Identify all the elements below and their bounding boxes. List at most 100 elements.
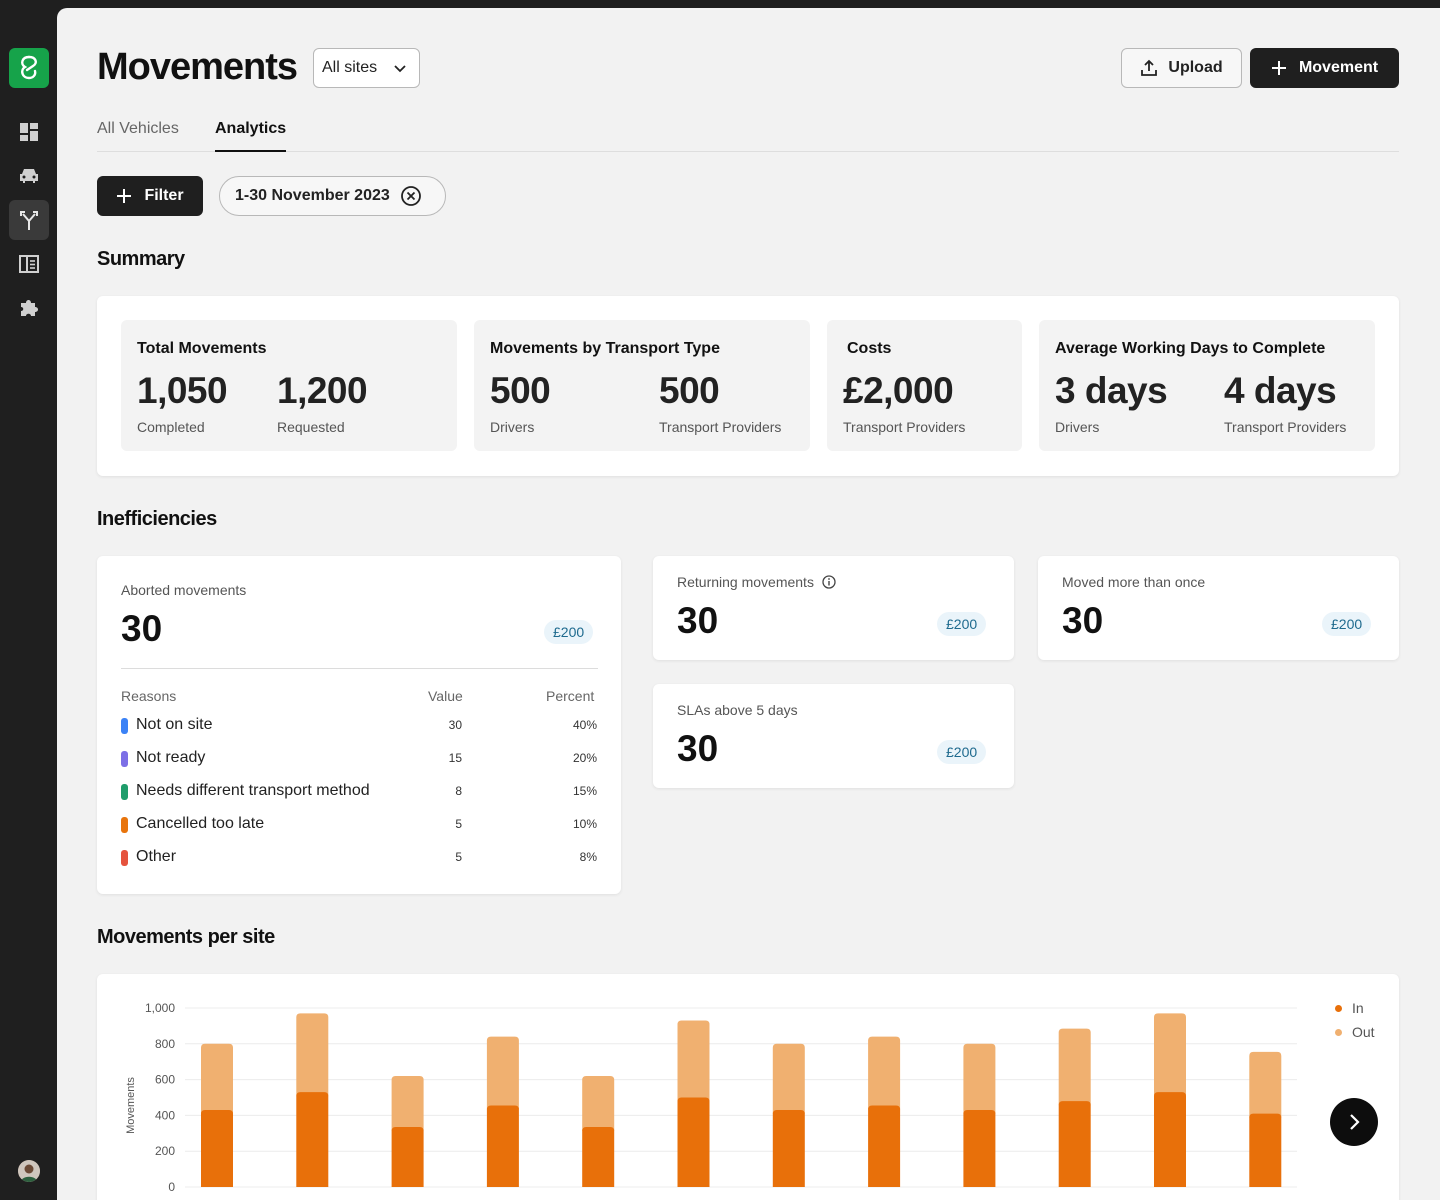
fork-icon [20, 211, 38, 230]
metric-value: 3 days [1055, 370, 1168, 411]
metric-value: 1,200 [277, 370, 368, 411]
bar-in [201, 1110, 233, 1187]
legend-dot-in [1335, 1004, 1342, 1012]
moved-more-cost-badge: £200 [1322, 612, 1372, 636]
metric-value: 4 days [1224, 370, 1337, 411]
date-filter-chip: 1-30 November 2023 [219, 176, 446, 216]
reason-percent: 15% [572, 784, 597, 798]
reason-percent: 40% [572, 718, 597, 732]
reason-row: Needs different transport method 8 15% [121, 782, 597, 802]
moved-more-value: 30 [1062, 600, 1104, 641]
inefficiencies-title: Inefficiencies [97, 508, 217, 530]
site-select[interactable]: All sites [313, 48, 420, 88]
reasons-header: Reasons [121, 688, 177, 704]
y-tick-label: 600 [155, 1073, 175, 1087]
car-icon [20, 169, 38, 183]
legend-dot-out [1335, 1028, 1342, 1036]
page-title: Movements [97, 46, 298, 88]
reason-percent: 10% [572, 817, 597, 831]
bar-out [201, 1043, 233, 1115]
puzzle-icon [21, 300, 38, 316]
reason-color-dot [121, 718, 128, 734]
dashboard-icon [20, 123, 38, 141]
reason-color-dot [121, 850, 128, 866]
metric-label: Transport Providers [1224, 419, 1347, 435]
bar-out [486, 1036, 519, 1110]
metric-label: Completed [137, 419, 205, 435]
bar-out [677, 1020, 710, 1102]
reason-name: Cancelled too late [136, 815, 265, 832]
value-header: Value [428, 688, 463, 704]
nav-integrations[interactable] [9, 288, 49, 328]
plus-icon [117, 189, 132, 203]
nav-documents[interactable] [9, 244, 49, 284]
aborted-movements-card[interactable]: Aborted movements 30 £200 Reasons Value … [97, 556, 621, 894]
upload-button[interactable]: Upload [1121, 48, 1242, 88]
info-icon[interactable] [822, 575, 836, 589]
upload-label: Upload [1168, 59, 1223, 76]
metric-value: 500 [490, 370, 551, 411]
metric-value: £2,000 [843, 370, 954, 411]
tab-all-vehicles[interactable]: All Vehicles [97, 120, 179, 152]
tile-title: Costs [847, 340, 892, 357]
reason-value: 30 [448, 718, 462, 732]
nav-movements[interactable] [9, 200, 49, 240]
aborted-label: Aborted movements [121, 582, 247, 598]
reason-value: 8 [455, 784, 462, 798]
document-icon [19, 255, 39, 273]
reason-color-dot [121, 784, 128, 800]
moved-more-card[interactable]: Moved more than once 30 £200 [1038, 556, 1399, 660]
reason-color-dot [121, 751, 128, 767]
clear-filter-icon[interactable] [400, 185, 422, 207]
metric-transport-providers: 500 Transport Providers [659, 370, 781, 435]
next-page-button[interactable] [1330, 1098, 1378, 1146]
y-tick-label: 200 [155, 1144, 175, 1158]
metric-providers-days: 4 days Transport Providers [1224, 370, 1346, 435]
tile-title: Total Movements [137, 340, 267, 357]
bar-in [868, 1105, 901, 1187]
slas-card[interactable]: SLAs above 5 days 30 £200 [653, 684, 1014, 788]
reason-percent: 20% [572, 751, 597, 765]
bar-in [486, 1105, 519, 1187]
summary-tile-costs: Costs £2,000 Transport Providers [827, 320, 1022, 451]
bar-out [772, 1043, 805, 1115]
metric-label: Drivers [490, 419, 535, 435]
metric-label: Requested [277, 419, 345, 435]
tab-analytics[interactable]: Analytics [215, 120, 287, 152]
metric-label: Transport Providers [659, 419, 782, 435]
logo-icon [21, 55, 37, 80]
metric-label: Drivers [1055, 419, 1100, 435]
legend-item-in: In [1335, 1000, 1364, 1016]
divider [121, 668, 598, 669]
bar-out [963, 1043, 996, 1115]
per-site-chart: 0 200 400 600 800 1,000 Movements [125, 1001, 1297, 1194]
upload-icon [1141, 59, 1158, 76]
bar-in [1154, 1092, 1186, 1187]
filter-button[interactable]: Filter [97, 176, 203, 216]
bar-in [582, 1127, 615, 1187]
metric-drivers: 500 Drivers [490, 370, 551, 435]
returning-movements-card[interactable]: Returning movements 30 £200 [653, 556, 1014, 660]
returning-cost-badge: £200 [937, 612, 987, 636]
add-movement-button[interactable]: Movement [1250, 48, 1399, 88]
bar-in [296, 1092, 329, 1187]
metric-value: 1,050 [137, 370, 228, 411]
app-logo[interactable] [9, 48, 49, 88]
bar-out [1058, 1028, 1091, 1106]
bar-out [1154, 1013, 1186, 1097]
reason-name: Not ready [136, 749, 206, 766]
filter-label: Filter [144, 187, 184, 204]
chevron-right-icon [1350, 1114, 1360, 1130]
nav-dashboard[interactable] [9, 112, 49, 152]
user-avatar[interactable] [18, 1160, 40, 1182]
moved-more-label: Moved more than once [1062, 574, 1206, 590]
legend-label-out: Out [1352, 1024, 1375, 1040]
bar-out [296, 1013, 329, 1097]
reason-row: Not on site 30 40% [121, 716, 597, 736]
slas-label: SLAs above 5 days [677, 702, 798, 718]
bar-in [677, 1097, 710, 1187]
reason-percent: 8% [579, 850, 597, 864]
nav-vehicles[interactable] [9, 156, 49, 196]
summary-card: Total Movements 1,050 Completed 1,200 Re… [97, 296, 1399, 476]
percent-header: Percent [546, 688, 595, 704]
